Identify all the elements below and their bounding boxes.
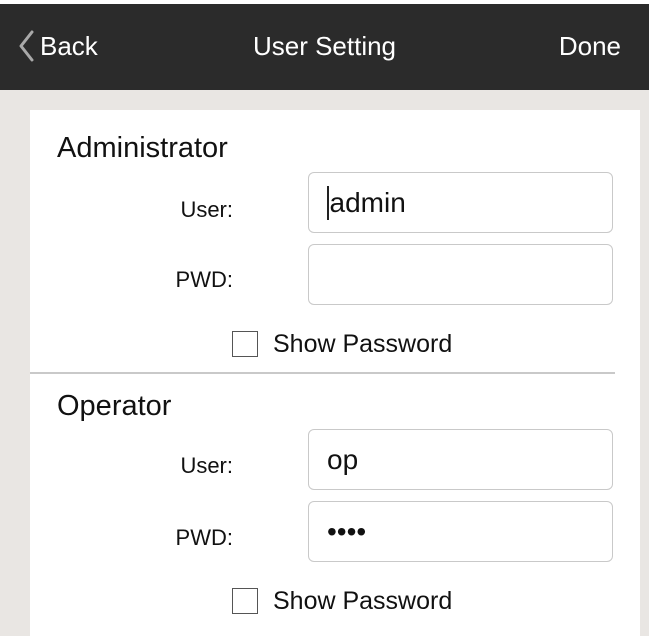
admin-user-value: admin (329, 186, 406, 218)
administrator-section-title: Administrator (57, 132, 228, 164)
done-button[interactable]: Done (559, 24, 621, 68)
section-divider (30, 372, 615, 374)
page-title: User Setting (252, 31, 397, 61)
admin-user-label: User: (180, 197, 233, 222)
operator-pwd-input[interactable]: •••• (308, 501, 613, 562)
admin-show-password-toggle[interactable]: Show Password (232, 329, 452, 359)
operator-user-label: User: (180, 453, 233, 478)
operator-user-value: op (327, 443, 359, 475)
text-caret (327, 185, 329, 220)
operator-section-title: Operator (57, 390, 172, 422)
admin-user-input[interactable]: admin (308, 172, 613, 233)
operator-pwd-value: •••• (327, 515, 367, 547)
admin-show-password-label: Show Password (273, 329, 453, 358)
operator-show-password-checkbox[interactable] (232, 588, 258, 614)
settings-card: Administrator User: admin PWD: Show Pass… (30, 110, 640, 636)
operator-user-input[interactable]: op (308, 429, 613, 490)
admin-show-password-checkbox[interactable] (232, 331, 258, 357)
admin-pwd-input[interactable] (308, 244, 613, 305)
operator-show-password-toggle[interactable]: Show Password (232, 586, 452, 616)
top-navigation-bar: Back User Setting Done (0, 0, 649, 90)
admin-pwd-label: PWD: (175, 267, 233, 292)
operator-show-password-label: Show Password (273, 586, 453, 615)
operator-pwd-label: PWD: (175, 525, 233, 550)
